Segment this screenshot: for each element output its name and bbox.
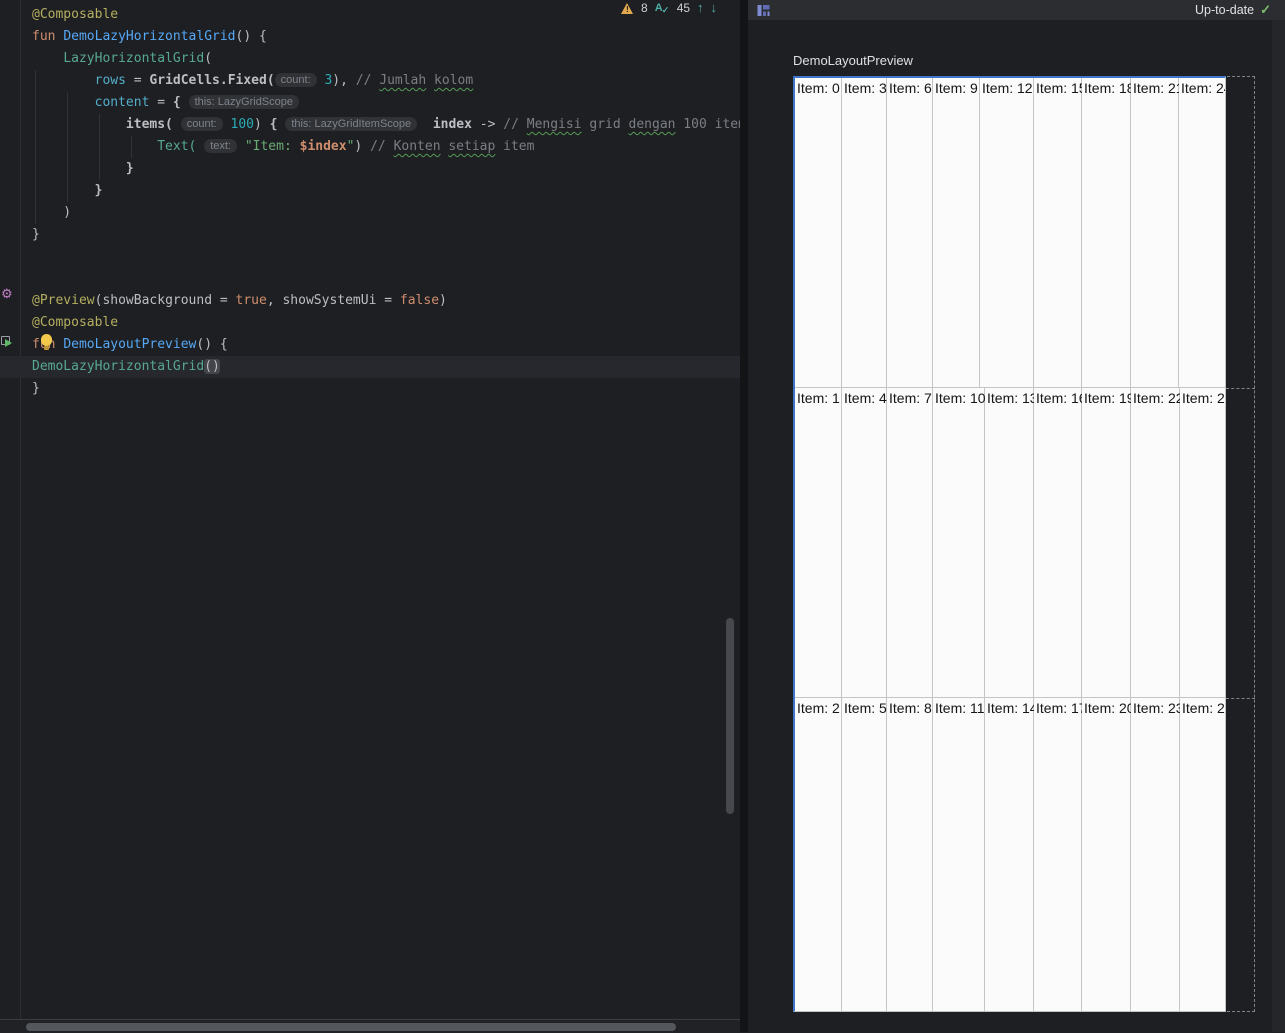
grid-item-cell: Item: 15 — [1034, 78, 1087, 387]
grid-item-cell: Item: 18 — [1082, 78, 1135, 387]
code-line[interactable]: LazyHorizontalGrid( — [0, 48, 740, 70]
arrow-up-icon[interactable]: ↑ — [697, 1, 704, 15]
code-line[interactable]: Text( text: "Item: $index") // Konten se… — [0, 136, 740, 158]
grid-item-cell: Item: 10 — [933, 388, 986, 697]
grid-row: Item: 0 Item: 3 Item: 6 Item: 9 Item: 12 Item… — [795, 78, 1225, 388]
typo-count: 45 — [676, 1, 691, 15]
inlay-hint-chip: text: — [204, 139, 237, 153]
play-triangle-glyph — [5, 339, 12, 347]
lightbulb-base — [44, 346, 49, 350]
code-line[interactable]: items( count: 100) { this: LazyGridItemS… — [0, 114, 740, 136]
code-line[interactable] — [0, 268, 740, 290]
grid-item-cell: Item: 0 — [795, 78, 842, 387]
editor-horizontal-scrollbar-track[interactable] — [0, 1019, 740, 1033]
grid-item-cell: Item: 21 — [1131, 78, 1184, 387]
preview-render-surface[interactable]: Item: 0 Item: 3 Item: 6 Item: 9 Item: 12 Item… — [793, 76, 1226, 1012]
inlay-hint-chip: this: LazyGridItemScope — [285, 117, 418, 131]
grid-item-cell: Item: 13 — [985, 388, 1038, 697]
grid-item-cell: Item: 22 — [1131, 388, 1184, 697]
grid-item-cell: Item: 6 — [887, 78, 933, 387]
grid-item-cell: Item: 19 — [1082, 388, 1135, 697]
row-bounds-dash — [1226, 388, 1255, 389]
code-line[interactable]: } — [0, 378, 740, 400]
code-line[interactable]: @Composable — [0, 312, 740, 334]
build-status: Up-to-date ✓ — [1195, 2, 1271, 18]
preview-grid: Item: 0 Item: 3 Item: 6 Item: 9 Item: 12 Item… — [795, 78, 1225, 1011]
lightbulb-icon[interactable] — [41, 334, 54, 351]
editor-vertical-scrollbar[interactable] — [726, 618, 734, 814]
grid-item-cell: Item: 4 — [842, 388, 887, 697]
run-preview-icon[interactable] — [1, 336, 14, 349]
preview-title[interactable]: DemoLayoutPreview — [793, 53, 913, 68]
warning-count: 8 — [641, 1, 648, 15]
grid-item-cell: Item: 3 — [842, 78, 887, 387]
grid-item-cell: Item: 20 — [1082, 698, 1135, 1011]
code-line[interactable]: rows = GridCells.Fixed(count: 3), // Jum… — [0, 70, 740, 92]
code-line[interactable]: @Preview(showBackground = true, showSyst… — [0, 290, 740, 312]
warning-triangle-icon[interactable]: ! — [621, 2, 634, 14]
code-line[interactable]: } — [0, 158, 740, 180]
code-line[interactable]: DemoLazyHorizontalGrid() — [0, 356, 740, 378]
grid-item-cell: Item: 26 — [1180, 698, 1225, 1011]
grid-item-cell: Item: 2 — [795, 698, 842, 1011]
gear-icon[interactable]: ⚙ — [1, 287, 13, 301]
grid-item-cell: Item: 7 — [887, 388, 933, 697]
spellcheck-icon[interactable]: A ✓ — [655, 2, 670, 15]
code-line[interactable]: fun DemoLazyHorizontalGrid() { — [0, 26, 740, 48]
grid-row: Item: 2 Item: 5 Item: 8 Item: 11 Item: 14 Ite… — [795, 698, 1225, 1011]
check-icon: ✓ — [1260, 2, 1271, 17]
grid-layout-icon[interactable] — [757, 4, 770, 17]
code-editor[interactable]: @Composable fun DemoLazyHorizontalGrid() … — [0, 0, 740, 1019]
grid-item-cell: Item: 17 — [1034, 698, 1087, 1011]
grid-item-cell: Item: 9 — [933, 78, 980, 387]
grid-item-cell: Item: 23 — [1131, 698, 1184, 1011]
inlay-hint-chip: count: — [180, 117, 223, 131]
grid-item-cell: Item: 8 — [887, 698, 933, 1011]
lightbulb-glass — [41, 334, 52, 346]
inlay-hint-chip: this: LazyGridScope — [188, 95, 299, 109]
code-line[interactable]: content = { this: LazyGridScope — [0, 92, 740, 114]
grid-item-cell: Item: 14 — [985, 698, 1038, 1011]
editor-horizontal-scrollbar-thumb[interactable] — [26, 1023, 676, 1031]
code-line[interactable]: ) — [0, 202, 740, 224]
preview-scrollbar-track[interactable] — [1272, 20, 1285, 1032]
inlay-hint-chip: count: — [274, 73, 317, 87]
code-line[interactable]: } — [0, 224, 740, 246]
row-bounds-dash — [1226, 698, 1255, 699]
preview-toolbar: Up-to-date ✓ — [748, 0, 1285, 20]
grid-item-cell: Item: 16 — [1034, 388, 1087, 697]
build-status-label: Up-to-date — [1195, 3, 1255, 17]
grid-row: Item: 1 Item: 4 Item: 7 Item: 10 Item: 13 Ite… — [795, 388, 1225, 698]
grid-item-cell: Item: 25 — [1180, 388, 1225, 697]
code-line[interactable]: fun DemoLayoutPreview() { — [0, 334, 740, 356]
arrow-down-icon[interactable]: ↓ — [711, 1, 718, 15]
panel-splitter[interactable] — [740, 0, 748, 1032]
code-line[interactable]: } — [0, 180, 740, 202]
grid-item-cell: Item: 1 — [795, 388, 842, 697]
grid-item-cell: Item: 5 — [842, 698, 887, 1011]
code-lines[interactable]: @Composable fun DemoLazyHorizontalGrid() … — [0, 4, 740, 400]
code-line[interactable] — [0, 246, 740, 268]
compose-preview-panel: Up-to-date ✓ DemoLayoutPreview Item: 0 It… — [748, 0, 1285, 1032]
grid-item-cell: Item: 12 — [980, 78, 1034, 387]
grid-item-cell: Item: 24 — [1179, 78, 1225, 387]
grid-item-cell: Item: 11 — [933, 698, 985, 1011]
inspections-widget[interactable]: ! 8 A ✓ 45 ↑ ↓ — [621, 1, 717, 15]
